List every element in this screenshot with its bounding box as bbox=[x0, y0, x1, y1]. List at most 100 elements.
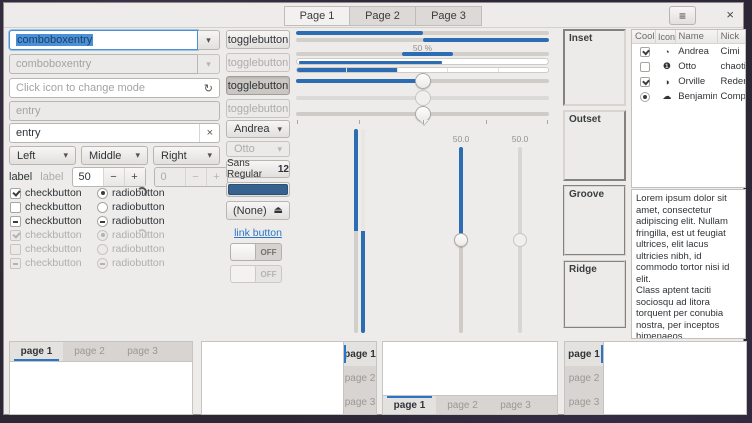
spin-plus-button[interactable]: + bbox=[124, 168, 145, 186]
font-button[interactable]: Sans Regular12 bbox=[226, 160, 290, 178]
nb-tab-page-2[interactable]: page 2 bbox=[63, 342, 116, 361]
checkbutton-label: checkbutton bbox=[25, 215, 82, 227]
switch-handle bbox=[231, 266, 256, 282]
spinbutton[interactable]: 50 − + bbox=[72, 167, 146, 187]
comboboxentry-dropdown-button[interactable]: ▾ bbox=[198, 30, 220, 50]
nb-tab-page-1[interactable]: page 1 bbox=[344, 342, 376, 366]
frame-outset: Outset bbox=[563, 110, 626, 181]
window-close-icon[interactable]: × bbox=[726, 7, 734, 22]
togglebutton[interactable]: togglebutton bbox=[226, 30, 290, 49]
comboboxentry-disabled: comboboxentry ▾ bbox=[9, 54, 220, 74]
level-bar-segment bbox=[498, 68, 548, 72]
name-combobox[interactable]: Andrea▾ bbox=[226, 120, 290, 138]
table-row[interactable]: ◔ Andrea Cimi bbox=[632, 44, 745, 59]
spin-minus-button[interactable]: − bbox=[103, 168, 124, 186]
column-header-nick[interactable]: Nick bbox=[718, 30, 745, 43]
treeview[interactable]: Cool Icon Name Nick ◔ Andrea Cimi ❶ Otto… bbox=[631, 29, 746, 188]
check-radio-row: checkbutton radiobutton bbox=[9, 201, 220, 214]
table-row[interactable]: ◑ Orville Reden… bbox=[632, 74, 745, 89]
column-header-cool[interactable]: Cool bbox=[632, 30, 656, 43]
page-tabs: Page 1 Page 2 Page 3 bbox=[284, 6, 482, 26]
nb-tab-page-1[interactable]: page 1 bbox=[383, 396, 436, 414]
checkbutton-indeterminate[interactable]: checkbutton bbox=[10, 215, 82, 227]
radiobutton-label: radiobutton bbox=[112, 257, 165, 269]
tab-page-3[interactable]: Page 3 bbox=[416, 6, 482, 26]
font-size: 12 bbox=[278, 164, 289, 175]
textview[interactable]: Lorem ipsum dolor sit amet, consectetur … bbox=[631, 189, 746, 339]
table-row[interactable]: ☁ Benjamin Compa… bbox=[632, 89, 745, 104]
nb-tab-page-1[interactable]: page 1 bbox=[10, 342, 63, 361]
level-bar-segment bbox=[346, 68, 396, 72]
hscale-handle[interactable] bbox=[415, 73, 431, 89]
togglebutton-active[interactable]: togglebutton bbox=[226, 76, 290, 95]
checkbutton-unchecked[interactable]: checkbutton bbox=[10, 201, 82, 213]
eject-icon: ⏏ bbox=[274, 205, 283, 216]
radiobutton-selected[interactable]: radiobutton bbox=[97, 187, 165, 199]
combo-right[interactable]: Right▾ bbox=[153, 146, 220, 165]
chevron-down-icon: ▾ bbox=[277, 124, 282, 135]
treeview-header[interactable]: Cool Icon Name Nick bbox=[632, 30, 745, 44]
switch-handle[interactable] bbox=[231, 244, 256, 260]
refresh-icon[interactable]: ↻ bbox=[204, 82, 213, 95]
combo-middle-value: Middle bbox=[89, 150, 121, 162]
nb-tab-page-2[interactable]: page 2 bbox=[436, 396, 489, 414]
vprogress-fill bbox=[354, 129, 358, 231]
link-button[interactable]: link button bbox=[226, 227, 290, 239]
check-radio-row-disabled: checkbutton radiobutton bbox=[9, 229, 220, 242]
nb-tab-page-1[interactable]: page 1 bbox=[565, 342, 603, 366]
checkbox-checked-icon[interactable] bbox=[640, 47, 650, 57]
progressbar-pulse bbox=[296, 52, 549, 56]
hscale[interactable] bbox=[296, 73, 549, 89]
entry-with-clear[interactable]: entry × bbox=[9, 123, 220, 143]
frame-label: Inset bbox=[569, 33, 592, 44]
row-icon: ◔ bbox=[656, 47, 676, 57]
row-nick: Reden… bbox=[717, 76, 745, 87]
combo-left[interactable]: Left▾ bbox=[9, 146, 76, 165]
combo-middle[interactable]: Middle▾ bbox=[81, 146, 148, 165]
nb-tab-page-2[interactable]: page 2 bbox=[565, 366, 603, 390]
checkbox-indeterminate-icon bbox=[10, 258, 21, 269]
tab-page-1[interactable]: Page 1 bbox=[284, 6, 350, 26]
nb-tab-page-3[interactable]: page 3 bbox=[344, 390, 376, 414]
radiobutton-indeterminate[interactable]: radiobutton bbox=[97, 215, 165, 227]
name-combobox-disabled-value: Otto bbox=[234, 143, 255, 155]
radio-unselected-icon bbox=[97, 202, 108, 213]
tab-page-2[interactable]: Page 2 bbox=[350, 6, 416, 26]
row-name: Benjamin bbox=[675, 91, 717, 102]
mode-entry-input[interactable] bbox=[16, 79, 204, 97]
chevron-down-icon: ▾ bbox=[277, 144, 282, 155]
checkbox-checked-icon[interactable] bbox=[640, 77, 650, 87]
table-row[interactable]: ❶ Otto chaotic bbox=[632, 59, 745, 74]
vscale-handle[interactable] bbox=[454, 233, 468, 247]
nb-tab-page-2[interactable]: page 2 bbox=[344, 366, 376, 390]
radio-unselected-icon bbox=[97, 244, 108, 255]
comboboxentry-focused[interactable]: comboboxentry ▾ bbox=[9, 30, 220, 50]
row-name: Andrea bbox=[675, 46, 717, 57]
color-button[interactable] bbox=[226, 182, 290, 197]
checkbutton-checked[interactable]: checkbutton bbox=[10, 187, 82, 199]
hscale-with-marks[interactable] bbox=[296, 106, 549, 122]
entry-with-progress[interactable] bbox=[296, 58, 549, 65]
radiobutton-unselected[interactable]: radiobutton bbox=[97, 201, 165, 213]
vscale-disabled bbox=[512, 147, 528, 333]
checkbox-unchecked-icon[interactable] bbox=[640, 62, 650, 72]
menu-button[interactable]: ≡ bbox=[669, 6, 696, 25]
checkbutton-label: checkbutton bbox=[25, 257, 82, 269]
tabstrip: page 1 page 2 page 3 bbox=[10, 342, 192, 362]
selected-text: comboboxentry bbox=[16, 34, 93, 46]
nb-tab-page-3[interactable]: page 3 bbox=[116, 342, 169, 361]
nb-tab-page-3[interactable]: page 3 bbox=[565, 390, 603, 414]
radio-selected-icon[interactable] bbox=[640, 92, 650, 102]
entry-disabled: entry bbox=[9, 101, 220, 121]
label-text: label bbox=[9, 171, 32, 183]
vscale[interactable] bbox=[453, 147, 469, 333]
checkbox-unchecked-icon bbox=[10, 244, 21, 255]
column-header-icon[interactable]: Icon bbox=[656, 30, 676, 43]
column-header-name[interactable]: Name bbox=[676, 30, 718, 43]
mode-entry[interactable]: ↻ bbox=[9, 78, 220, 98]
clear-icon[interactable]: × bbox=[199, 124, 213, 142]
switch-off[interactable]: OFF bbox=[230, 243, 282, 261]
comboboxentry-input[interactable]: comboboxentry bbox=[9, 30, 198, 50]
file-chooser-button[interactable]: (None)⏏ bbox=[226, 201, 290, 220]
nb-tab-page-3[interactable]: page 3 bbox=[489, 396, 542, 414]
